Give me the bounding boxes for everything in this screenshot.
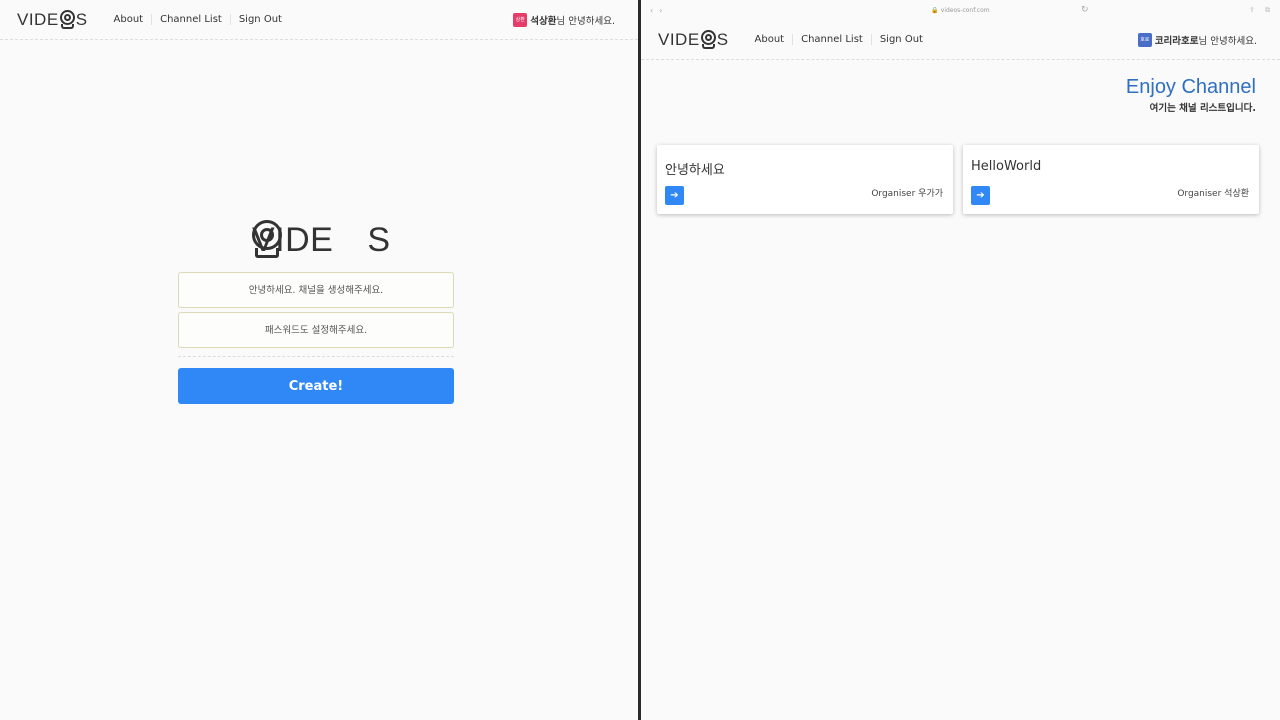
channel-card[interactable]: 안녕하세요 ➔ Organiser 우가가 bbox=[657, 145, 953, 214]
webcam-icon bbox=[700, 29, 716, 50]
channel-organiser: Organiser 우가가 bbox=[871, 189, 943, 199]
avatar: 상환 bbox=[513, 12, 528, 27]
greeting-suffix: 님 안녕하세요. bbox=[1198, 35, 1257, 47]
left-navbar: VIDE S About Channel List Sign Out 상환 석상… bbox=[0, 0, 638, 40]
nav-sign-out-link[interactable]: Sign Out bbox=[870, 34, 931, 45]
reload-icon[interactable]: ↻ bbox=[1081, 5, 1089, 15]
channel-organiser: Organiser 석상환 bbox=[1177, 189, 1249, 199]
webcam-icon bbox=[252, 220, 365, 260]
url-text: videos-conf.com bbox=[940, 6, 990, 14]
logo-text-prefix: VIDE bbox=[17, 9, 59, 29]
browser-toolbar: ‹ › 🔒 videos-conf.com ↻ ⇪ ⧉ bbox=[641, 0, 1280, 20]
right-user-greeting: 호로 코리라호로 님 안녕하세요. bbox=[1137, 32, 1257, 47]
webcam-icon bbox=[59, 9, 75, 30]
right-navbar: VIDE S About Channel List Sign Out 호로 코리… bbox=[641, 20, 1280, 60]
left-logo[interactable]: VIDE S bbox=[17, 9, 88, 30]
channel-name: 안녕하세요 bbox=[665, 163, 725, 178]
avatar: 호로 bbox=[1137, 32, 1152, 47]
logo-text-suffix: S bbox=[75, 9, 88, 29]
right-nav-links: About Channel List Sign Out bbox=[755, 34, 931, 45]
tabs-icon[interactable]: ⧉ bbox=[1265, 6, 1270, 15]
nav-about-link[interactable]: About bbox=[755, 34, 793, 45]
form-divider bbox=[178, 356, 454, 357]
left-window: VIDE S About Channel List Sign Out 상환 석상… bbox=[0, 0, 638, 720]
share-icon[interactable]: ⇪ bbox=[1249, 6, 1255, 15]
logo-text-suffix: S bbox=[716, 29, 729, 49]
screen: VIDE S About Channel List Sign Out 상환 석상… bbox=[0, 0, 1280, 720]
sign-in-icon[interactable]: ➔ bbox=[971, 186, 990, 205]
right-window: ‹ › 🔒 videos-conf.com ↻ ⇪ ⧉ VIDE S About… bbox=[641, 0, 1280, 720]
address-bar[interactable]: 🔒 videos-conf.com bbox=[641, 7, 1280, 14]
left-nav-links: About Channel List Sign Out bbox=[114, 14, 290, 25]
logo-text-prefix: VIDE bbox=[658, 29, 700, 49]
right-logo[interactable]: VIDE S bbox=[658, 29, 729, 50]
nav-channel-list-link[interactable]: Channel List bbox=[151, 14, 230, 25]
nav-about-link[interactable]: About bbox=[114, 14, 152, 25]
page-subtitle: 여기는 채널 리스트입니다. bbox=[1149, 103, 1256, 114]
nav-sign-out-link[interactable]: Sign Out bbox=[229, 14, 290, 25]
sign-in-icon[interactable]: ➔ bbox=[665, 186, 684, 205]
create-page-logo: VIDE S bbox=[252, 220, 391, 260]
page-title: Enjoy Channel bbox=[1125, 76, 1256, 98]
left-user-greeting: 상환 석상환 님 안녕하세요. bbox=[513, 12, 615, 27]
greeting-suffix: 님 안녕하세요. bbox=[556, 15, 615, 27]
logo-text-suffix: S bbox=[367, 220, 391, 259]
channel-list-heading: Enjoy Channel 여기는 채널 리스트입니다. bbox=[1126, 76, 1256, 114]
user-name: 석상환 bbox=[530, 15, 557, 27]
create-button[interactable]: Create! bbox=[178, 368, 454, 404]
user-name: 코리라호로 bbox=[1154, 35, 1199, 47]
nav-channel-list-link[interactable]: Channel List bbox=[792, 34, 871, 45]
channel-card[interactable]: HelloWorld ➔ Organiser 석상환 bbox=[963, 145, 1259, 214]
channel-name: HelloWorld bbox=[971, 159, 1042, 174]
channel-password-input[interactable] bbox=[178, 312, 454, 348]
browser-actions: ⇪ ⧉ bbox=[1249, 6, 1270, 15]
channel-name-input[interactable] bbox=[178, 272, 454, 308]
